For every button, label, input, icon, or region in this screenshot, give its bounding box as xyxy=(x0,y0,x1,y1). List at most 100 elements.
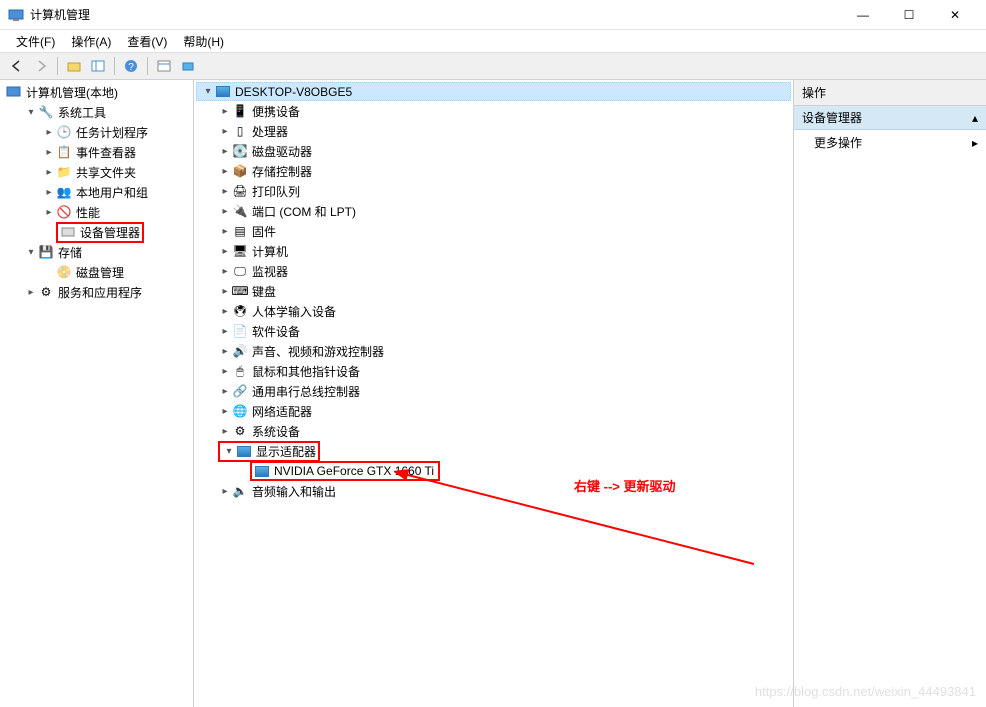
device-category-label: 系统设备 xyxy=(252,423,300,440)
expander-icon[interactable]: ▸ xyxy=(218,146,232,157)
device-category[interactable]: ▸🖵监视器 xyxy=(214,261,791,281)
storage-icon: 💾 xyxy=(38,244,54,260)
toolbar: ? xyxy=(0,52,986,80)
expander-icon[interactable]: ▸ xyxy=(42,207,56,218)
expander-icon[interactable]: ▸ xyxy=(218,286,232,297)
tree-device-manager[interactable]: 设备管理器 xyxy=(38,222,191,242)
expander-icon[interactable]: ▸ xyxy=(218,206,232,217)
tools-icon: 🔧 xyxy=(38,104,54,120)
device-category[interactable]: ▸🖱鼠标和其他指针设备 xyxy=(214,361,791,381)
up-button[interactable] xyxy=(63,55,85,77)
computer-icon xyxy=(215,84,231,100)
device-category[interactable]: ▸🔊声音、视频和游戏控制器 xyxy=(214,341,791,361)
expander-icon[interactable]: ▸ xyxy=(218,366,232,377)
tree-task-scheduler[interactable]: ▸ 🕒 任务计划程序 xyxy=(38,122,191,142)
tree-label: 共享文件夹 xyxy=(76,164,136,181)
maximize-button[interactable]: ☐ xyxy=(886,0,932,30)
expander-icon[interactable]: ▸ xyxy=(218,266,232,277)
tree-disk-mgmt[interactable]: 📀 磁盘管理 xyxy=(38,262,191,282)
expander-icon[interactable]: ▸ xyxy=(218,346,232,357)
device-category-label: 人体学输入设备 xyxy=(252,303,336,320)
disk-icon: 📀 xyxy=(56,264,72,280)
device-category[interactable]: ▸⚙系统设备 xyxy=(214,421,791,441)
tree-root[interactable]: 计算机管理(本地) xyxy=(2,82,191,102)
device-category[interactable]: ▸📄软件设备 xyxy=(214,321,791,341)
tree-label: 任务计划程序 xyxy=(76,124,148,141)
show-hide-tree-button[interactable] xyxy=(87,55,109,77)
device-category[interactable]: ▸▤固件 xyxy=(214,221,791,241)
expander-icon[interactable]: ▸ xyxy=(218,486,232,497)
scan-button[interactable] xyxy=(177,55,199,77)
device-category-label: 便携设备 xyxy=(252,103,300,120)
device-display-adapters[interactable]: ▾显示适配器 xyxy=(214,441,791,461)
expander-icon[interactable]: ▸ xyxy=(218,246,232,257)
actions-section[interactable]: 设备管理器 ▴ xyxy=(794,106,986,130)
device-gpu[interactable]: NVIDIA GeForce GTX 1660 Ti xyxy=(232,461,791,481)
expander-icon[interactable]: ▸ xyxy=(218,326,232,337)
tree-shared-folders[interactable]: ▸ 📁 共享文件夹 xyxy=(38,162,191,182)
tree-event-viewer[interactable]: ▸ 📋 事件查看器 xyxy=(38,142,191,162)
tree-system-tools[interactable]: ▾ 🔧 系统工具 xyxy=(20,102,191,122)
device-category[interactable]: ▸▯处理器 xyxy=(214,121,791,141)
category-icon: 🖨 xyxy=(232,183,248,199)
chevron-right-icon: ▸ xyxy=(972,136,978,150)
expander-icon[interactable]: ▸ xyxy=(218,306,232,317)
menu-help[interactable]: 帮助(H) xyxy=(175,31,232,52)
tree-performance[interactable]: ▸ 🚫 性能 xyxy=(38,202,191,222)
expander-icon[interactable]: ▸ xyxy=(218,166,232,177)
menu-view[interactable]: 查看(V) xyxy=(119,31,175,52)
device-root[interactable]: ▾ DESKTOP-V8OBGE5 xyxy=(196,82,791,101)
device-category-label: 监视器 xyxy=(252,263,288,280)
expander-icon[interactable]: ▾ xyxy=(201,86,215,97)
help-button[interactable]: ? xyxy=(120,55,142,77)
tree-local-users[interactable]: ▸ 👥 本地用户和组 xyxy=(38,182,191,202)
device-category-label: 计算机 xyxy=(252,243,288,260)
svg-text:?: ? xyxy=(128,62,134,73)
close-button[interactable]: ✕ xyxy=(932,0,978,30)
device-category[interactable]: ▸🖲人体学输入设备 xyxy=(214,301,791,321)
device-audio-io[interactable]: ▸🔈音频输入和输出 xyxy=(214,481,791,501)
actions-more[interactable]: 更多操作 ▸ xyxy=(794,130,986,155)
category-icon: ⚙ xyxy=(232,423,248,439)
expander-icon[interactable]: ▸ xyxy=(218,186,232,197)
expander-icon[interactable]: ▸ xyxy=(218,386,232,397)
expander-icon[interactable]: ▸ xyxy=(218,426,232,437)
device-category[interactable]: ▸📱便携设备 xyxy=(214,101,791,121)
device-category[interactable]: ▸🔗通用串行总线控制器 xyxy=(214,381,791,401)
expander-icon[interactable]: ▾ xyxy=(24,247,38,258)
device-category-label: 通用串行总线控制器 xyxy=(252,383,360,400)
gpu-highlight: NVIDIA GeForce GTX 1660 Ti xyxy=(250,461,440,481)
device-category[interactable]: ▸📦存储控制器 xyxy=(214,161,791,181)
forward-button[interactable] xyxy=(30,55,52,77)
expander-icon[interactable]: ▸ xyxy=(42,127,56,138)
category-icon: ▤ xyxy=(232,223,248,239)
expander-icon[interactable]: ▸ xyxy=(42,147,56,158)
display-icon xyxy=(236,443,252,459)
expander-icon[interactable]: ▸ xyxy=(218,106,232,117)
expander-icon[interactable]: ▸ xyxy=(24,287,38,298)
expander-icon[interactable]: ▸ xyxy=(218,406,232,417)
management-tree: 计算机管理(本地) ▾ 🔧 系统工具 ▸ 🕒 任务计划程序 ▸ 📋 xyxy=(2,82,191,302)
expander-icon[interactable]: ▸ xyxy=(218,226,232,237)
device-category[interactable]: ▸🌐网络适配器 xyxy=(214,401,791,421)
expander-icon[interactable]: ▾ xyxy=(24,107,38,118)
tree-storage[interactable]: ▾ 💾 存储 xyxy=(20,242,191,262)
toolbar-separator xyxy=(147,57,148,75)
device-category[interactable]: ▸⌨键盘 xyxy=(214,281,791,301)
device-category[interactable]: ▸💽磁盘驱动器 xyxy=(214,141,791,161)
expander-icon[interactable]: ▸ xyxy=(42,167,56,178)
tree-services-apps[interactable]: ▸ ⚙ 服务和应用程序 xyxy=(20,282,191,302)
minimize-button[interactable]: — xyxy=(840,0,886,30)
menu-file[interactable]: 文件(F) xyxy=(8,31,63,52)
back-button[interactable] xyxy=(6,55,28,77)
expander-icon[interactable]: ▾ xyxy=(222,446,236,457)
tree-root-label: 计算机管理(本地) xyxy=(26,84,118,101)
device-category[interactable]: ▸🖨打印队列 xyxy=(214,181,791,201)
category-icon: 🖥 xyxy=(232,243,248,259)
properties-button[interactable] xyxy=(153,55,175,77)
expander-icon[interactable]: ▸ xyxy=(218,126,232,137)
device-category[interactable]: ▸🖥计算机 xyxy=(214,241,791,261)
expander-icon[interactable]: ▸ xyxy=(42,187,56,198)
device-category[interactable]: ▸🔌端口 (COM 和 LPT) xyxy=(214,201,791,221)
menu-action[interactable]: 操作(A) xyxy=(63,31,119,52)
